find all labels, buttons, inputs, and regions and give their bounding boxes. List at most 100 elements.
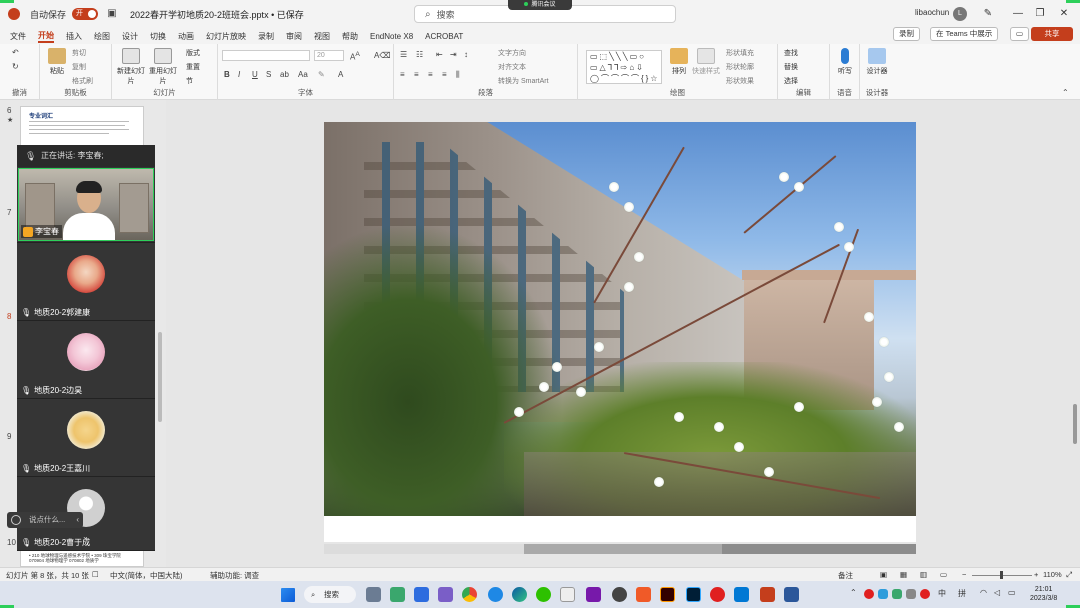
emoji-icon[interactable] [11,515,21,525]
chat-input[interactable]: 说点什么... ‹ [7,512,83,528]
arrange-button[interactable]: 排列 [668,48,690,76]
designer-button[interactable]: 设计器 [866,48,888,76]
user-name[interactable]: libaochun [915,8,949,17]
present-in-teams-button[interactable]: 在 Teams 中展示 [930,27,999,41]
zoom-slider-handle[interactable] [1000,571,1003,579]
zoom-in-icon[interactable]: + [1034,570,1038,579]
tray-app-icon[interactable] [920,589,930,599]
grow-font-icon[interactable]: AA [350,51,360,62]
tab-draw[interactable]: 绘图 [94,31,110,42]
shape-fill-button[interactable]: 形状填充 [726,48,754,58]
columns-icon[interactable]: ⫼ [456,70,460,80]
line-spacing-icon[interactable]: ↕ [464,50,468,59]
meeting-status-pill[interactable]: 腾讯会议 [508,0,572,10]
app-icon[interactable] [390,587,405,602]
restore-button[interactable]: ❐ [1032,6,1048,22]
save-icon[interactable]: ▣ [106,8,118,20]
volume-icon[interactable]: ◁ [994,588,1000,597]
tab-review[interactable]: 审阅 [286,31,302,42]
quick-styles-button[interactable]: 快速样式 [692,48,720,76]
layout-button[interactable]: 版式 [186,48,200,58]
bold-icon[interactable]: B [224,70,230,79]
char-spacing-icon[interactable]: ab [280,70,289,79]
word-icon[interactable] [784,587,799,602]
app-icon[interactable] [414,587,429,602]
pen-icon[interactable]: ✎ [980,6,996,22]
participant-tile[interactable]: 🎙 地质20-2郭建康 [17,243,155,321]
spellcheck-icon[interactable]: ☐ [92,570,99,579]
smartart-button[interactable]: 转换为 SmartArt [498,76,549,86]
font-size-select[interactable]: 20 [314,50,344,61]
record-button[interactable]: 录制 [893,27,920,41]
align-center-icon[interactable]: ≡ [414,70,419,79]
share-button[interactable]: 共享 [1031,27,1073,41]
decrease-indent-icon[interactable]: ⇤ [436,50,443,59]
tab-help[interactable]: 帮助 [342,31,358,42]
notes-button[interactable]: 备注 [838,570,853,581]
thumbnail-scrollbar[interactable] [158,332,162,422]
slide-thumbnail[interactable]: 专业词汇 [20,106,144,146]
zoom-level[interactable]: 110% [1043,570,1062,579]
font-color-icon[interactable]: A [338,70,343,79]
clear-format-icon[interactable]: A⌫ [374,51,391,60]
wechat-icon[interactable] [536,587,551,602]
fit-slide-icon[interactable]: ⤢ [1066,570,1072,580]
tab-endnote[interactable]: EndNote X8 [370,32,413,41]
replace-button[interactable]: 替换 [784,62,798,72]
app-icon[interactable] [488,587,503,602]
chevron-down-icon[interactable]: ⌄ [82,532,89,541]
tray-app-icon[interactable] [878,589,888,599]
zoom-out-icon[interactable]: − [962,570,966,579]
ime-mode[interactable]: 中 [938,588,946,599]
paste-button[interactable]: 粘贴 [44,48,70,76]
highlight-icon[interactable]: ✎ [318,70,325,79]
tab-transitions[interactable]: 切换 [150,31,166,42]
ime-input[interactable]: 拼 [958,588,966,599]
wifi-icon[interactable]: ◠ [980,588,987,597]
shape-effects-button[interactable]: 形状效果 [726,76,754,86]
normal-view-icon[interactable]: ▣ [880,570,887,579]
slide-photo[interactable] [324,122,916,516]
tab-slideshow[interactable]: 幻灯片放映 [206,31,246,42]
tray-app-icon[interactable] [906,589,916,599]
tray-app-icon[interactable] [892,589,902,599]
undo-icon[interactable]: ↶ [12,48,19,57]
section-button[interactable]: 节 [186,76,193,86]
strikethrough-icon[interactable]: S [266,70,271,79]
shape-outline-button[interactable]: 形状轮廓 [726,62,754,72]
redo-icon[interactable]: ↻ [12,62,19,71]
avatar[interactable]: L [953,7,967,21]
language-indicator[interactable]: 中文(简体，中国大陆) [110,570,183,581]
cut-button[interactable]: 剪切 [72,48,86,58]
tab-acrobat[interactable]: ACROBAT [425,32,463,41]
font-family-select[interactable] [222,50,310,61]
document-title[interactable]: 2022春开学初地质20-2班班会.pptx • 已保存 [130,8,304,21]
text-direction-button[interactable]: 文字方向 [498,48,526,58]
vscode-icon[interactable] [734,587,749,602]
align-right-icon[interactable]: ≡ [428,70,433,79]
new-slide-button[interactable]: 新建幻灯片 [116,48,146,86]
onenote-icon[interactable] [586,587,601,602]
accessibility-status[interactable]: 辅助功能: 调查 [210,570,259,581]
battery-icon[interactable]: ▭ [1008,588,1016,597]
tray-overflow-icon[interactable]: ⌃ [850,588,857,597]
system-clock[interactable]: 21:01 2023/3/8 [1030,585,1057,603]
increase-indent-icon[interactable]: ⇥ [450,50,457,59]
app-icon[interactable] [636,587,651,602]
reuse-slide-button[interactable]: 重用幻灯片 [148,48,178,86]
tab-design[interactable]: 设计 [122,31,138,42]
taskbar-search[interactable]: ⌕ 搜索 [304,586,356,603]
change-case-icon[interactable]: Aa [298,70,308,79]
chevron-left-icon[interactable]: ‹ [76,512,79,528]
tab-insert[interactable]: 插入 [66,31,82,42]
dictate-button[interactable]: 听写 [834,48,856,76]
copy-button[interactable]: 复制 [72,62,86,72]
bullets-icon[interactable]: ☰ [400,50,407,59]
minimize-button[interactable]: — [1010,6,1026,22]
powerpoint-taskbar-icon[interactable] [760,587,775,602]
tab-home[interactable]: 开始 [38,30,54,43]
align-left-icon[interactable]: ≡ [400,70,405,79]
autosave-toggle[interactable]: 开 [72,8,99,20]
find-button[interactable]: 查找 [784,48,798,58]
numbering-icon[interactable]: ☷ [416,50,423,59]
